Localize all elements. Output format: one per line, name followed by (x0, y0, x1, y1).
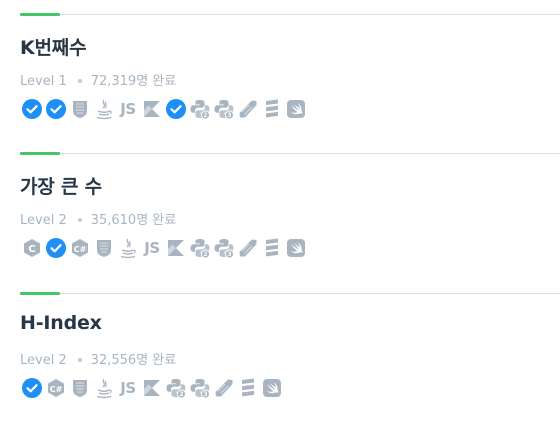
solved-count: 32,556명 완료 (90, 353, 177, 368)
problem-card[interactable]: K번째수 Level 1 72,319명 완료 JS 2 3 (0, 13, 560, 154)
solved-count: 35,610명 완료 (90, 213, 177, 228)
python3-icon: 3 (213, 98, 235, 120)
python2-icon: 2 (189, 237, 211, 259)
kotlin-icon (141, 98, 163, 120)
language-icons: C# JS 2 3 (21, 377, 283, 399)
divider (20, 293, 560, 294)
javascript-badge-icon (69, 98, 91, 120)
javascript-badge-icon (69, 377, 91, 399)
java-icon (93, 377, 115, 399)
accent-bar (20, 292, 60, 295)
python2-icon: 2 (189, 98, 211, 120)
divider (20, 153, 560, 154)
problem-title[interactable]: K번째수 (20, 33, 87, 60)
svg-text:2: 2 (203, 112, 207, 119)
svg-text:3: 3 (203, 391, 207, 398)
svg-text:3: 3 (227, 251, 231, 258)
swift-icon (285, 237, 307, 259)
solved-count: 72,319명 완료 (90, 74, 177, 89)
problem-meta: Level 2 32,556명 완료 (20, 349, 176, 368)
kotlin-icon (141, 377, 163, 399)
python2-icon: 2 (165, 377, 187, 399)
problem-meta: Level 2 35,610명 완료 (20, 209, 176, 228)
scala-icon (237, 377, 259, 399)
separator-dot (77, 78, 82, 83)
javascript-icon: JS (144, 239, 160, 257)
java-icon (93, 98, 115, 120)
separator-dot (77, 217, 82, 222)
accent-bar (20, 152, 60, 155)
swift-icon (285, 98, 307, 120)
kotlin-icon (165, 237, 187, 259)
completed-check-icon (21, 98, 43, 120)
problem-title[interactable]: 가장 큰 수 (20, 172, 102, 199)
c-icon: C (21, 237, 43, 259)
ruby-icon (213, 377, 235, 399)
problem-meta: Level 1 72,319명 완료 (20, 70, 176, 89)
scala-icon (261, 98, 283, 120)
java-icon (117, 237, 139, 259)
svg-text:C#: C# (74, 245, 87, 254)
swift-icon (261, 377, 283, 399)
scala-icon (261, 237, 283, 259)
python3-icon: 3 (213, 237, 235, 259)
csharp-icon: C# (69, 237, 91, 259)
svg-text:C#: C# (50, 385, 63, 394)
completed-check-icon (45, 98, 67, 120)
divider (20, 14, 560, 15)
level-label: Level 2 (20, 213, 67, 228)
completed-check-icon (165, 98, 187, 120)
ruby-icon (237, 237, 259, 259)
svg-text:C: C (28, 244, 35, 255)
svg-text:3: 3 (227, 112, 231, 119)
python3-icon: 3 (189, 377, 211, 399)
problem-card[interactable]: 가장 큰 수 Level 2 35,610명 완료 C C# JS 2 3 (0, 152, 560, 293)
problem-card[interactable]: H-Index Level 2 32,556명 완료 C# JS 2 3 (0, 292, 560, 429)
completed-check-icon (45, 237, 67, 259)
level-label: Level 2 (20, 353, 67, 368)
language-icons: C C# JS 2 3 (21, 237, 307, 259)
accent-bar (20, 13, 60, 16)
problem-title[interactable]: H-Index (20, 312, 102, 334)
csharp-icon: C# (45, 377, 67, 399)
problem-list: K번째수 Level 1 72,319명 완료 JS 2 3 가장 큰 수 Level… (0, 0, 560, 429)
level-label: Level 1 (20, 74, 67, 89)
completed-check-icon (21, 377, 43, 399)
svg-text:2: 2 (179, 391, 183, 398)
separator-dot (77, 357, 82, 362)
javascript-icon: JS (120, 379, 136, 397)
javascript-icon: JS (120, 100, 136, 118)
ruby-icon (237, 98, 259, 120)
svg-text:2: 2 (203, 251, 207, 258)
javascript-badge-icon (93, 237, 115, 259)
language-icons: JS 2 3 (21, 98, 307, 120)
